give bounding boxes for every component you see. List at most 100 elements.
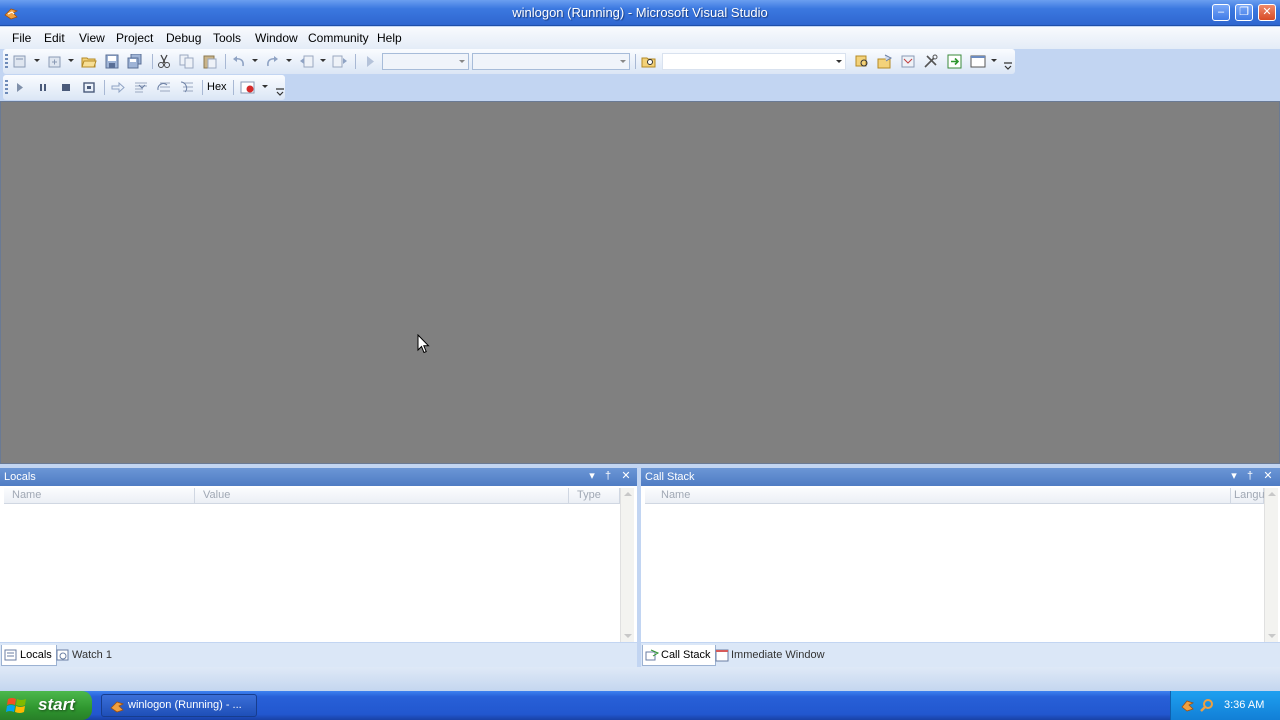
copy-icon[interactable]	[179, 54, 195, 69]
open-folder-icon[interactable]	[81, 54, 97, 69]
hexadecimal-display-button[interactable]: Hex	[207, 81, 227, 93]
navigate-forward-icon[interactable]	[332, 54, 348, 69]
step-over-icon[interactable]	[156, 80, 172, 95]
tab-label: Immediate Window	[731, 649, 825, 661]
show-next-statement-icon[interactable]	[110, 80, 126, 95]
toolbar-separator	[233, 80, 234, 95]
tab-immediate-window[interactable]: Immediate Window	[713, 645, 829, 666]
properties-window-icon[interactable]	[877, 54, 893, 69]
close-pane-icon[interactable]: ✕	[620, 470, 632, 483]
debugger-tray-icon[interactable]	[1180, 698, 1195, 713]
start-button[interactable]: start	[0, 691, 92, 720]
status-bar	[0, 667, 1280, 691]
toolbar-options-icon[interactable]	[1004, 61, 1012, 70]
close-pane-icon[interactable]: ✕	[1262, 470, 1274, 483]
step-out-icon[interactable]	[179, 80, 195, 95]
save-icon[interactable]	[104, 54, 120, 69]
continue-icon[interactable]	[12, 80, 28, 95]
restart-icon[interactable]	[81, 80, 97, 95]
debug-toolbar: Hex	[3, 75, 285, 100]
menu-view[interactable]: View	[79, 31, 105, 45]
navigate-backward-dropdown[interactable]	[320, 59, 326, 62]
navigate-backward-icon[interactable]	[299, 54, 315, 69]
window-position-dropdown-icon[interactable]: ▾	[1228, 470, 1240, 483]
find-combo[interactable]	[662, 53, 846, 70]
solution-platforms-combo[interactable]	[472, 53, 630, 70]
window-position-dropdown-icon[interactable]: ▾	[586, 470, 598, 483]
menu-file[interactable]: File	[12, 31, 31, 45]
solution-explorer-icon[interactable]	[854, 54, 870, 69]
taskbar-button-visual-studio[interactable]: winlogon (Running) - ...	[101, 694, 257, 717]
tab-label: Call Stack	[661, 649, 711, 661]
cut-icon[interactable]	[156, 54, 172, 69]
undo-icon[interactable]	[231, 54, 247, 69]
taskbar: start winlogon (Running) - ... 3:36 AM	[0, 691, 1280, 720]
break-all-icon[interactable]	[35, 80, 51, 95]
new-project-icon[interactable]	[12, 54, 28, 69]
close-button[interactable]: ✕	[1258, 4, 1276, 21]
command-window-icon[interactable]	[970, 54, 986, 69]
add-item-dropdown[interactable]	[68, 59, 74, 62]
column-header-name[interactable]: Name	[645, 488, 1231, 504]
paste-icon[interactable]	[202, 54, 218, 69]
breakpoints-window-icon[interactable]	[240, 80, 256, 95]
menu-community[interactable]: Community	[308, 31, 369, 45]
clock[interactable]: 3:36 AM	[1224, 699, 1264, 711]
menu-bar: File Edit View Project Debug Tools Windo…	[0, 27, 1280, 49]
menu-help[interactable]: Help	[377, 31, 402, 45]
toolbar-options-icon[interactable]	[276, 87, 284, 96]
column-header-name[interactable]: Name	[4, 488, 195, 504]
locals-scrollbar[interactable]	[620, 488, 634, 642]
breakpoints-window-dropdown[interactable]	[262, 85, 268, 88]
object-browser-icon[interactable]	[900, 54, 916, 69]
new-project-dropdown[interactable]	[34, 59, 40, 62]
tab-watch-1[interactable]: Watch 1	[54, 645, 116, 666]
command-window-dropdown[interactable]	[991, 59, 997, 62]
save-all-icon[interactable]	[127, 54, 143, 69]
start-label: start	[38, 695, 75, 714]
start-page-icon[interactable]	[947, 54, 963, 69]
auto-hide-pin-icon[interactable]: †	[1244, 470, 1256, 483]
redo-icon[interactable]	[264, 54, 280, 69]
tab-locals[interactable]: Locals	[1, 645, 57, 666]
toolbar-separator	[152, 54, 153, 69]
menu-edit[interactable]: Edit	[44, 31, 65, 45]
toolbar-grip[interactable]	[5, 80, 8, 95]
column-header-language[interactable]: Langu	[1231, 488, 1265, 504]
solution-configurations-combo[interactable]	[382, 53, 469, 70]
mouse-pointer-icon	[417, 334, 430, 354]
toolbox-icon[interactable]	[923, 54, 939, 69]
auto-hide-pin-icon[interactable]: †	[602, 470, 614, 483]
restore-button[interactable]: ❐	[1235, 4, 1253, 21]
add-item-icon[interactable]	[47, 54, 63, 69]
tab-label: Watch 1	[72, 649, 112, 661]
menu-window[interactable]: Window	[255, 31, 298, 45]
call-stack-pane-title: Call Stack	[645, 471, 695, 483]
start-debugging-icon[interactable]	[362, 54, 378, 69]
visual-studio-icon	[110, 701, 125, 713]
toolbar-grip[interactable]	[5, 54, 8, 69]
column-header-value[interactable]: Value	[195, 488, 569, 504]
step-into-icon[interactable]	[133, 80, 149, 95]
toolbar-separator	[225, 54, 226, 69]
undo-dropdown[interactable]	[252, 59, 258, 62]
column-header-type[interactable]: Type	[569, 488, 620, 504]
document-area[interactable]	[0, 101, 1280, 464]
windows-logo-icon	[6, 698, 26, 713]
minimize-button[interactable]: –	[1212, 4, 1230, 21]
find-in-files-icon[interactable]	[641, 54, 657, 69]
toolbar-separator	[104, 80, 105, 95]
menu-debug[interactable]: Debug	[166, 31, 201, 45]
search-tray-icon[interactable]	[1199, 698, 1214, 713]
redo-dropdown[interactable]	[286, 59, 292, 62]
stop-debugging-icon[interactable]	[58, 80, 74, 95]
window-title: winlogon (Running) - Microsoft Visual St…	[512, 5, 768, 20]
system-tray: 3:36 AM	[1170, 691, 1280, 720]
menu-project[interactable]: Project	[116, 31, 153, 45]
call-stack-icon	[645, 649, 659, 661]
toolbar-separator	[202, 80, 203, 95]
call-stack-scrollbar[interactable]	[1264, 488, 1278, 642]
menu-tools[interactable]: Tools	[213, 31, 241, 45]
tab-call-stack[interactable]: Call Stack	[642, 645, 716, 666]
left-pane-tab-strip: Locals Watch 1	[0, 643, 637, 667]
